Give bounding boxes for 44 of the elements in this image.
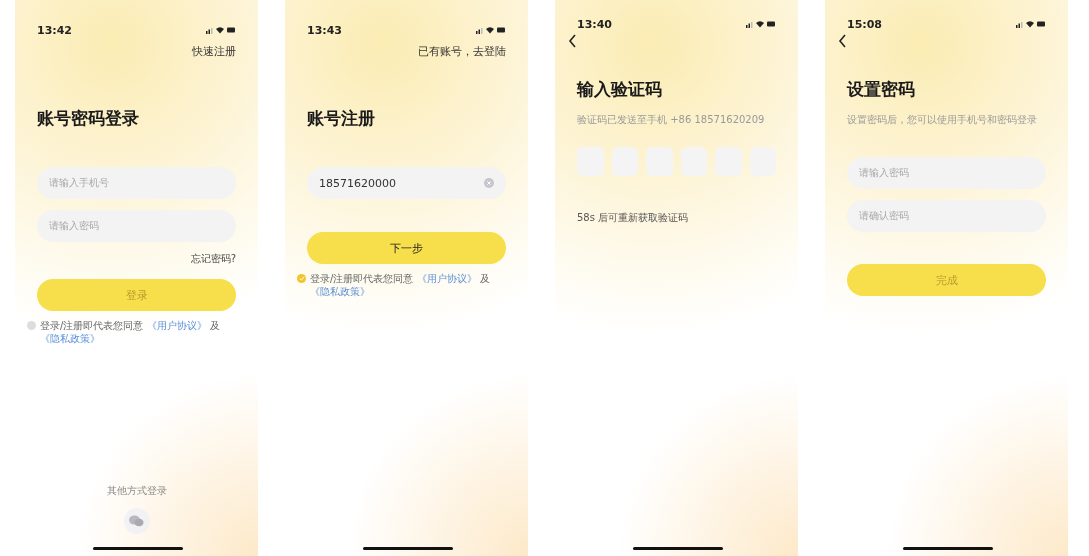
chat-login-button[interactable] [123, 508, 150, 534]
agreement-text: 登录/注册即代表您同意 《用户协议》 及 《隐私政策》 [310, 272, 491, 298]
code-input-box[interactable] [749, 147, 776, 176]
page-title: 账号注册 [307, 107, 376, 130]
top-link[interactable]: 已有账号，去登陆 [418, 44, 506, 59]
status-time: 15:08 [847, 17, 882, 31]
agreement-text: 登录/注册即代表您同意 《用户协议》 及 《隐私政策》 [40, 319, 221, 345]
status-icons [746, 20, 776, 28]
top-link[interactable]: 快速注册 [192, 44, 236, 59]
agreement-checkbox[interactable] [27, 321, 36, 330]
input-field[interactable]: 18571620000 [307, 167, 506, 199]
page-subtitle: 验证码已发送至手机 +86 18571620209 [577, 113, 766, 127]
code-input-box[interactable] [680, 147, 707, 176]
chat-bubbles-icon [129, 515, 144, 527]
status-time: 13:42 [37, 23, 72, 37]
code-input-box[interactable] [577, 147, 604, 176]
input-field[interactable]: 请输入密码 [847, 157, 1046, 189]
code-input-box[interactable] [646, 147, 673, 176]
code-input-box[interactable] [611, 147, 638, 176]
back-icon[interactable] [568, 34, 578, 48]
resend-hint: 58s 后可重新获取验证码 [577, 211, 690, 225]
user-agreement-link[interactable]: 《用户协议》 [146, 320, 207, 331]
input-field[interactable]: 请输入密码 [37, 210, 236, 242]
user-agreement-link[interactable]: 《用户协议》 [416, 273, 477, 284]
clear-icon[interactable] [484, 178, 494, 188]
page-title: 设置密码 [847, 78, 916, 101]
forgot-password-link[interactable]: 忘记密码? [190, 252, 236, 266]
status-icons [1016, 20, 1046, 28]
agreement-checkbox[interactable] [297, 274, 306, 283]
input-field[interactable]: 请确认密码 [847, 200, 1046, 232]
input-field[interactable]: 请输入手机号 [37, 167, 236, 199]
code-input-box[interactable] [715, 147, 742, 176]
status-time: 13:40 [577, 17, 612, 31]
status-icons [206, 26, 236, 34]
other-login-label: 其他方式登录 [106, 484, 167, 498]
page-subtitle: 设置密码后，您可以使用手机号和密码登录 [847, 113, 1038, 127]
status-time: 13:43 [307, 23, 342, 37]
primary-button[interactable]: 下一步 [307, 232, 506, 264]
page-title: 账号密码登录 [37, 107, 140, 130]
privacy-policy-link[interactable]: 《隐私政策》 [40, 333, 100, 344]
back-icon[interactable] [838, 34, 848, 48]
page-title: 输入验证码 [577, 78, 663, 101]
privacy-policy-link[interactable]: 《隐私政策》 [310, 286, 370, 297]
status-icons [476, 26, 506, 34]
